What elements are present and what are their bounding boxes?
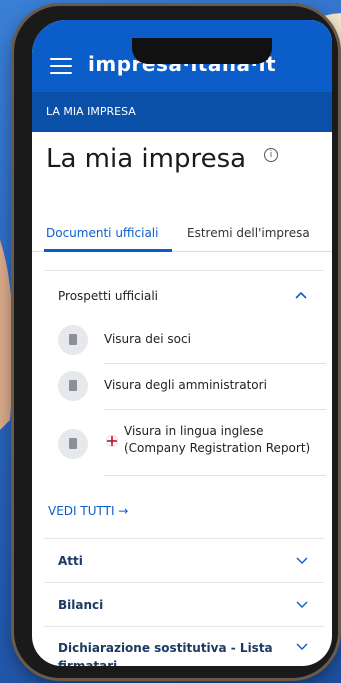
divider [104,363,326,364]
list-item-label: Visura dei soci [104,332,191,346]
label-line-1: Dichiarazione sostitutiva - Lista [58,641,273,655]
prospetti-heading[interactable]: Prospetti ufficiali [58,289,158,303]
list-item-visura-inglese[interactable]: Visura in lingua inglese (Company Regist… [58,421,326,476]
accordion-dichiarazione[interactable]: Dichiarazione sostitutiva - Lista firmat… [44,626,324,666]
list-item-visura-soci[interactable]: Visura dei soci [58,323,326,364]
document-icon [58,325,88,355]
accordion-label: Bilanci [58,598,104,612]
prospetti-ufficiali-panel: Prospetti ufficiali Visura dei soci Visu… [44,270,326,488]
label-line-2: firmatari [58,659,118,666]
chevron-down-icon [296,643,308,650]
tab-bar: Documenti ufficiali Estremi dell'impresa [32,214,332,252]
divider [104,475,326,476]
list-item-label: Visura in lingua inglese (Company Regist… [124,423,310,457]
tab-documenti-ufficiali[interactable]: Documenti ufficiali [46,226,158,240]
info-icon[interactable]: i [264,148,278,162]
vedi-tutti-link[interactable]: VEDI TUTTI → [48,504,128,518]
list-item-label: Visura degli amministratori [104,378,267,392]
divider [104,409,326,410]
label-line-2: (Company Registration Report) [124,441,311,455]
accordion-label: Dichiarazione sostitutiva - Lista firmat… [58,639,273,666]
accordion-label: Atti [58,554,83,568]
phone-notch [132,38,272,64]
document-icon [58,371,88,401]
page-title: La mia impresa [46,144,247,174]
document-icon [58,429,88,459]
section-breadcrumb: LA MIA IMPRESA [32,92,332,132]
chevron-down-icon [296,557,308,564]
accordion-atti[interactable]: Atti [44,538,324,582]
list-item-visura-amministratori[interactable]: Visura degli amministratori [58,369,326,410]
label-line-1: Visura in lingua inglese [124,424,264,438]
chevron-down-icon [296,601,308,608]
chevron-up-icon[interactable] [294,289,308,301]
tab-estremi-impresa[interactable]: Estremi dell'impresa [187,226,310,240]
hamburger-menu-icon[interactable] [50,58,72,74]
accordion-bilanci[interactable]: Bilanci [44,582,324,626]
phone-screen: impresa·italia·it LA MIA IMPRESA La mia … [32,20,332,666]
active-tab-indicator [44,249,172,252]
uk-flag-icon [106,435,118,447]
